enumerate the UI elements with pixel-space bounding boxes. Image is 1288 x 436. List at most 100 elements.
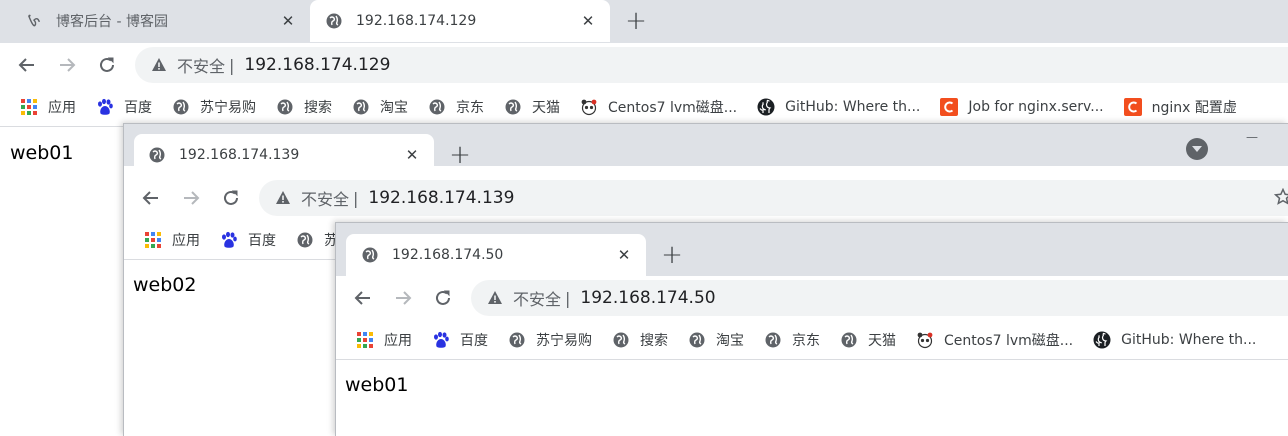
github-icon xyxy=(757,98,775,116)
bookmark-suning[interactable]: 苏宁易购 xyxy=(508,330,592,350)
bookmark-apps[interactable]: 应用 xyxy=(356,330,412,350)
reload-button[interactable] xyxy=(217,184,245,212)
forward-button[interactable] xyxy=(389,284,417,312)
bookmark-jd[interactable]: 京东 xyxy=(764,330,820,350)
tab-129[interactable]: 192.168.174.129 ✕ xyxy=(310,0,610,42)
forward-button[interactable] xyxy=(53,51,81,79)
tab-search-button[interactable] xyxy=(1186,138,1208,160)
separator: | xyxy=(565,288,571,308)
toolbar: 不安全 | 192.168.174.129 xyxy=(0,43,1288,87)
toolbar: 不安全 | 192.168.174.139 xyxy=(124,176,1288,220)
bookmark-job-nginx[interactable]: Job for nginx.serv... xyxy=(940,97,1104,116)
bookmark-nginx-config[interactable]: nginx 配置虚 xyxy=(1123,97,1237,117)
new-tab-button[interactable]: + xyxy=(446,140,474,170)
tab-title: 192.168.174.50 xyxy=(392,247,504,263)
tab-title: 192.168.174.139 xyxy=(179,147,300,163)
new-tab-button[interactable]: + xyxy=(658,240,686,270)
chevron-down-icon xyxy=(1192,146,1202,152)
arrow-left-icon xyxy=(354,291,370,305)
bookmark-centos[interactable]: Centos7 lvm磁盘... xyxy=(916,330,1073,350)
bookmark-baidu[interactable]: 百度 xyxy=(220,230,276,250)
arrow-left-icon xyxy=(142,191,158,205)
not-secure-label: 不安全 xyxy=(177,57,226,76)
url-text: 192.168.174.139 xyxy=(368,188,515,208)
bookmark-label: 淘宝 xyxy=(716,332,744,349)
close-icon[interactable]: ✕ xyxy=(402,145,422,165)
bookmark-search[interactable]: 搜索 xyxy=(612,330,668,350)
not-secure-label: 不安全 xyxy=(301,190,350,209)
close-icon[interactable]: ✕ xyxy=(278,11,298,31)
bookmark-suning[interactable]: 苏宁易购 xyxy=(172,97,256,117)
reload-icon xyxy=(100,57,114,72)
bookmark-jd[interactable]: 京东 xyxy=(428,97,484,117)
bookmarks-bar: 应用 百度 苏宁易购 搜索 淘宝 京东 天猫 Centos7 lvm磁盘... xyxy=(0,87,1288,127)
address-bar[interactable]: 不安全 | 192.168.174.50 xyxy=(471,280,1288,316)
baidu-paw-icon xyxy=(432,331,450,349)
warning-icon xyxy=(275,190,291,206)
globe-icon xyxy=(504,98,522,116)
reload-icon xyxy=(436,290,450,305)
url-text: 192.168.174.50 xyxy=(580,288,716,308)
page-body-text: web02 xyxy=(133,274,197,296)
globe-icon xyxy=(296,231,314,249)
bookmark-baidu[interactable]: 百度 xyxy=(96,97,152,117)
bookmark-taobao[interactable]: 淘宝 xyxy=(688,330,744,350)
bookmark-label: GitHub: Where th... xyxy=(785,98,921,115)
bookmark-baidu[interactable]: 百度 xyxy=(432,330,488,350)
bookmark-label: 搜索 xyxy=(640,332,668,349)
page-body-text: web01 xyxy=(345,374,409,396)
bookmark-label: 百度 xyxy=(248,232,276,249)
arrow-right-icon xyxy=(60,58,76,72)
back-button[interactable] xyxy=(137,184,165,212)
tab-139[interactable]: 192.168.174.139 ✕ xyxy=(134,134,434,176)
minimize-button[interactable]: — xyxy=(1246,130,1258,144)
bookmark-label: 淘宝 xyxy=(380,99,408,116)
bookmark-github[interactable]: GitHub: Where th... xyxy=(1093,331,1256,349)
bookmark-label: 天猫 xyxy=(868,332,896,349)
reload-button[interactable] xyxy=(429,284,457,312)
reload-icon xyxy=(224,190,238,205)
close-icon[interactable]: ✕ xyxy=(614,245,634,265)
bookmark-label: nginx 配置虚 xyxy=(1151,99,1237,116)
bookmark-taobao[interactable]: 淘宝 xyxy=(352,97,408,117)
close-icon[interactable]: ✕ xyxy=(578,11,598,31)
bookmark-label: 京东 xyxy=(456,99,484,116)
reload-button[interactable] xyxy=(93,51,121,79)
tab-title: 192.168.174.129 xyxy=(356,13,477,29)
apps-grid-icon xyxy=(20,98,38,116)
back-button[interactable] xyxy=(349,284,377,312)
page-body-text: web01 xyxy=(10,142,74,164)
bookmark-github[interactable]: GitHub: Where th... xyxy=(757,98,920,116)
bookmark-label: 应用 xyxy=(172,232,200,249)
bookmark-apps[interactable]: 应用 xyxy=(144,230,200,250)
tab-strip: 192.168.174.50 ✕ + xyxy=(336,223,1288,276)
address-bar[interactable]: 不安全 | 192.168.174.129 xyxy=(135,47,1288,83)
url-text: 192.168.174.129 xyxy=(244,55,391,75)
bookmark-apps[interactable]: 应用 xyxy=(20,97,76,117)
bookmark-tmall[interactable]: 天猫 xyxy=(504,97,560,117)
back-button[interactable] xyxy=(13,51,41,79)
warning-icon xyxy=(487,290,503,306)
tab-50[interactable]: 192.168.174.50 ✕ xyxy=(346,234,646,276)
bookmark-label: Centos7 lvm磁盘... xyxy=(944,332,1074,349)
bookmark-tmall[interactable]: 天猫 xyxy=(840,330,896,350)
bookmark-centos[interactable]: Centos7 lvm磁盘... xyxy=(580,97,737,117)
address-bar[interactable]: 不安全 | 192.168.174.139 xyxy=(259,180,1288,216)
github-icon xyxy=(1093,331,1111,349)
new-tab-button[interactable]: + xyxy=(622,6,650,36)
bookmark-search[interactable]: 搜索 xyxy=(276,97,332,117)
baidu-paw-icon xyxy=(220,231,238,249)
star-icon[interactable] xyxy=(1273,187,1288,211)
bookmark-suning[interactable]: 苏 xyxy=(296,230,338,250)
arrow-left-icon xyxy=(18,58,34,72)
bookmark-label: 天猫 xyxy=(532,99,560,116)
bookmark-label: Job for nginx.serv... xyxy=(968,98,1104,115)
bookmark-label: GitHub: Where th... xyxy=(1121,331,1257,348)
toolbar: 不安全 | 192.168.174.50 xyxy=(336,276,1288,320)
globe-icon xyxy=(276,98,294,116)
forward-button[interactable] xyxy=(177,184,205,212)
tab-cnblogs[interactable]: 博客后台 - 博客园 ✕ xyxy=(14,0,310,42)
baidu-paw-icon xyxy=(96,98,114,116)
bookmark-label: 百度 xyxy=(460,332,488,349)
arrow-right-icon xyxy=(184,191,200,205)
